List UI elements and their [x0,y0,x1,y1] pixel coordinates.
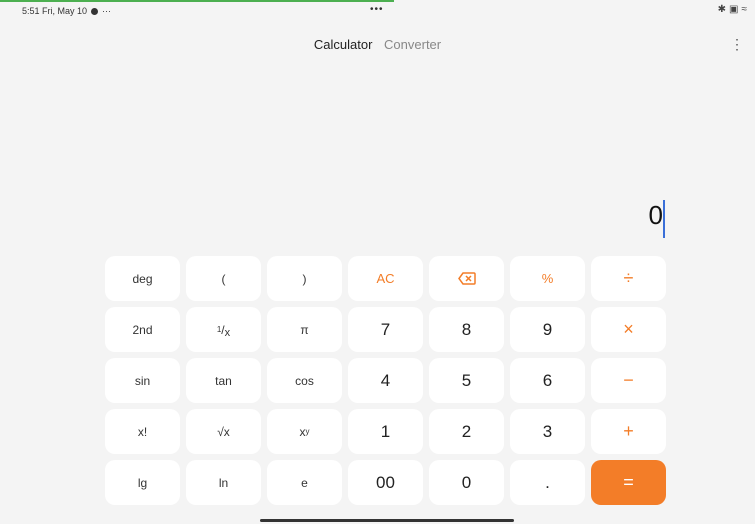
notification-dot-icon [91,7,99,15]
lg-button[interactable]: lg [105,460,180,505]
backspace-button[interactable] [429,256,504,301]
second-function-button[interactable]: 2nd [105,307,180,352]
digit-7-button[interactable]: 7 [348,307,423,352]
double-zero-button[interactable]: 00 [348,460,423,505]
tab-calculator[interactable]: Calculator [314,37,373,52]
tab-converter[interactable]: Converter [384,37,441,52]
sin-button[interactable]: sin [105,358,180,403]
decimal-point-button[interactable]: . [510,460,585,505]
square-root-button[interactable]: √x [186,409,261,454]
digit-6-button[interactable]: 6 [510,358,585,403]
pi-button[interactable]: π [267,307,342,352]
digit-5-button[interactable]: 5 [429,358,504,403]
status-time-date: 5:51 Fri, May 10 ··· [22,6,111,16]
more-menu-icon[interactable]: ⋮ [730,36,744,53]
digit-9-button[interactable]: 9 [510,307,585,352]
left-paren-button[interactable]: ( [186,256,261,301]
home-indicator[interactable] [260,519,514,522]
keypad: deg ( ) AC % ÷ 2nd 1/x π 7 8 9 × sin tan… [105,256,666,505]
reciprocal-denominator: x [224,326,231,339]
e-button[interactable]: e [267,460,342,505]
mode-tabs: Calculator Converter [0,37,755,52]
backspace-icon [457,272,476,285]
divide-button[interactable]: ÷ [591,256,666,301]
reciprocal-numerator: 1 [216,325,222,334]
equals-button[interactable]: = [591,460,666,505]
digit-2-button[interactable]: 2 [429,409,504,454]
status-icons: ✱ ▣ ≈ [718,4,747,15]
digit-8-button[interactable]: 8 [429,307,504,352]
digit-0-button[interactable]: 0 [429,460,504,505]
digit-3-button[interactable]: 3 [510,409,585,454]
cos-button[interactable]: cos [267,358,342,403]
digit-1-button[interactable]: 1 [348,409,423,454]
reciprocal-button[interactable]: 1/x [186,307,261,352]
minus-button[interactable]: − [591,358,666,403]
wifi-icon: ≈ [741,4,748,15]
screen-icon: ▣ [729,4,739,15]
power-button[interactable]: xy [267,409,342,454]
right-paren-button[interactable]: ) [267,256,342,301]
plus-button[interactable]: + [591,409,666,454]
text-cursor [663,200,665,238]
status-center-dots: ••• [370,4,384,15]
deg-button[interactable]: deg [105,256,180,301]
digit-4-button[interactable]: 4 [348,358,423,403]
bluetooth-icon: ✱ [717,4,727,15]
multiply-button[interactable]: × [591,307,666,352]
clear-button[interactable]: AC [348,256,423,301]
tan-button[interactable]: tan [186,358,261,403]
result-display: 0 [648,200,663,230]
status-bar: 5:51 Fri, May 10 ··· ••• ✱ ▣ ≈ [0,0,755,24]
status-more-text: ··· [102,6,112,16]
ln-button[interactable]: ln [186,460,261,505]
factorial-button[interactable]: x! [105,409,180,454]
power-exponent: y [305,427,310,436]
percent-button[interactable]: % [510,256,585,301]
status-time-date-text: 5:51 Fri, May 10 [22,6,88,16]
